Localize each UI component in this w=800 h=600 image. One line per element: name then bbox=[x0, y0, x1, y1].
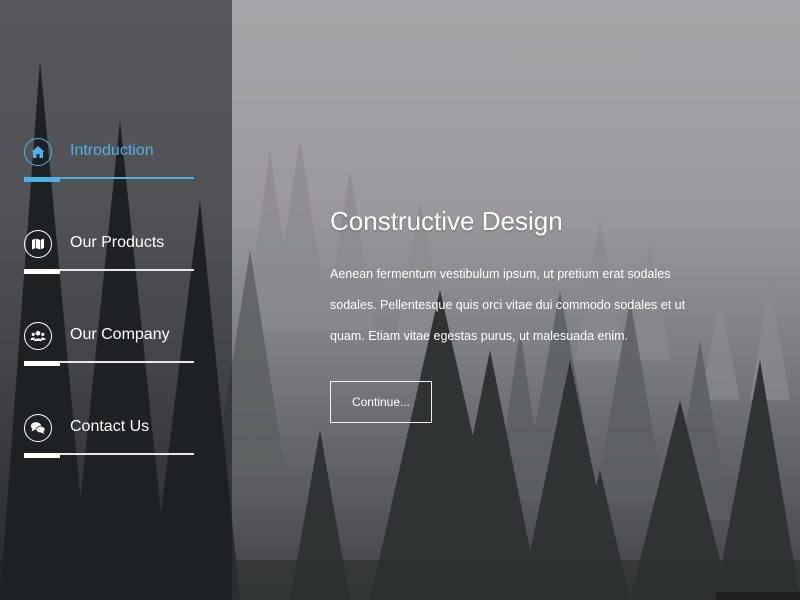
sidebar-item-label: Our Company bbox=[70, 326, 170, 343]
page-title: Constructive Design bbox=[330, 206, 563, 236]
hero-description: Aenean fermentum vestibulum ipsum, ut pr… bbox=[330, 267, 686, 343]
sidebar: Introduction Our Products Our Company Co… bbox=[0, 0, 232, 600]
hero-content: Constructive Design Aenean fermentum ves… bbox=[330, 206, 710, 423]
corner-strip bbox=[716, 592, 800, 600]
home-icon bbox=[24, 138, 52, 166]
item-indicator bbox=[24, 269, 60, 274]
sidebar-item-label: Introduction bbox=[70, 142, 154, 159]
active-indicator bbox=[24, 177, 60, 182]
item-indicator bbox=[24, 453, 60, 458]
sidebar-item-label: Contact Us bbox=[70, 418, 150, 435]
sidebar-item-label: Our Products bbox=[70, 234, 165, 251]
users-icon bbox=[24, 322, 52, 350]
sidebar-item-introduction[interactable]: Introduction bbox=[24, 138, 194, 230]
continue-button[interactable]: Continue... bbox=[330, 381, 432, 423]
item-indicator bbox=[24, 361, 60, 366]
chat-icon bbox=[24, 414, 52, 442]
sidebar-item-our-products[interactable]: Our Products bbox=[24, 230, 194, 322]
sidebar-item-our-company[interactable]: Our Company bbox=[24, 322, 194, 414]
sidebar-item-contact-us[interactable]: Contact Us bbox=[24, 414, 194, 506]
map-icon bbox=[24, 230, 52, 258]
page: Introduction Our Products Our Company Co… bbox=[0, 0, 800, 600]
